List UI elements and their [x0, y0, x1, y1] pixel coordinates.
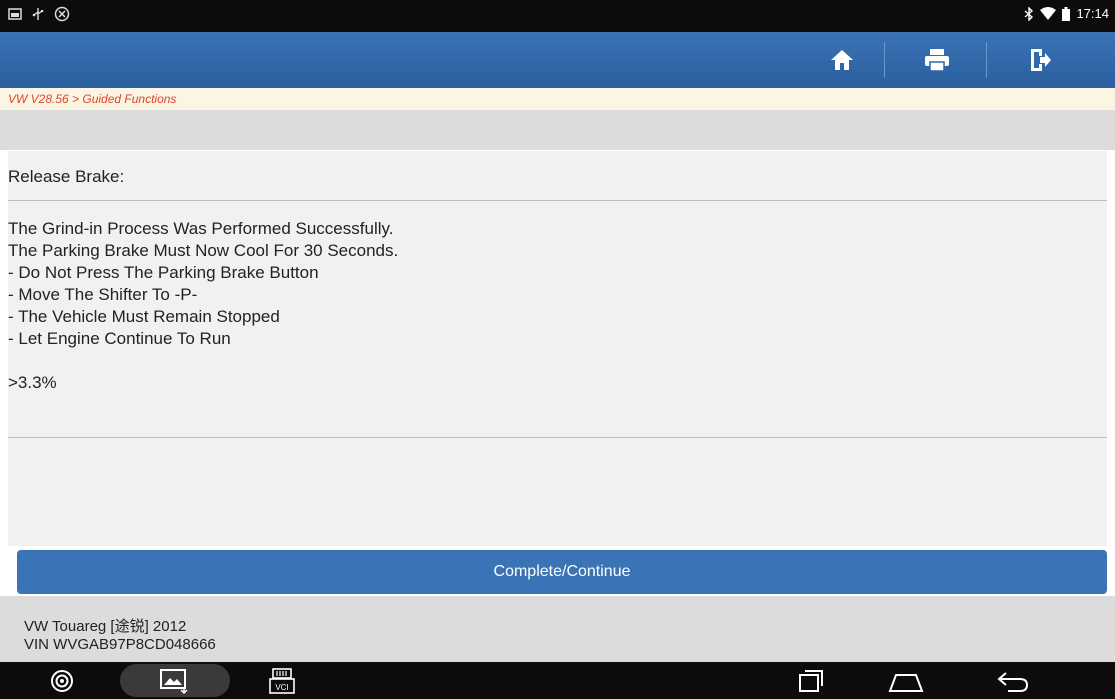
- clock: 17:14: [1076, 6, 1109, 21]
- launcher-button[interactable]: [44, 664, 80, 697]
- exit-icon: [1031, 49, 1051, 71]
- message-line: - Let Engine Continue To Run: [8, 329, 231, 348]
- top-toolbar: [0, 32, 1115, 88]
- message-line: The Parking Brake Must Now Cool For 30 S…: [8, 241, 399, 260]
- toolbar-divider: [884, 42, 885, 78]
- recent-apps-button[interactable]: [791, 664, 831, 697]
- navigation-bar: VCI: [0, 662, 1115, 699]
- vehicle-model: VW Touareg [途锐] 2012: [24, 618, 187, 635]
- back-icon: [997, 671, 1029, 692]
- vehicle-info-bar: VW Touareg [途锐] 2012 VIN WVGAB97P8CD0486…: [0, 596, 1115, 662]
- wifi-icon: [1040, 6, 1057, 20]
- panel-title: Release Brake:: [8, 151, 1107, 201]
- vehicle-vin: VIN WVGAB97P8CD048666: [24, 636, 216, 653]
- recent-apps-icon: [799, 669, 823, 692]
- message-panel: Release Brake: The Grind-in Process Was …: [8, 151, 1107, 546]
- back-button[interactable]: [993, 664, 1033, 697]
- home-nav-icon: [888, 673, 924, 692]
- header-strip: [0, 110, 1115, 150]
- home-icon: [831, 50, 853, 70]
- home-nav-button[interactable]: [884, 664, 928, 697]
- toolbar-divider: [986, 42, 987, 78]
- launcher-icon: [51, 669, 73, 692]
- message-line: - Move The Shifter To -P-: [8, 285, 198, 304]
- breadcrumb: VW V28.56 > Guided Functions: [0, 88, 1115, 110]
- progress-text: >3.3%: [8, 373, 57, 392]
- message-body: The Grind-in Process Was Performed Succe…: [8, 201, 1107, 438]
- print-icon: [925, 49, 949, 72]
- status-bar: 17:14: [0, 0, 1115, 32]
- vehicle-info: VW Touareg [途锐] 2012 VIN WVGAB97P8CD0486…: [24, 618, 216, 654]
- battery-icon: [1062, 6, 1071, 21]
- usb-icon: [32, 8, 44, 20]
- vci-icon: VCI: [269, 667, 295, 694]
- message-line: The Grind-in Process Was Performed Succe…: [8, 219, 394, 238]
- exit-button[interactable]: [1000, 32, 1080, 88]
- complete-continue-button[interactable]: Complete/Continue: [17, 550, 1107, 594]
- status-right-icons: 17:14: [1024, 6, 1109, 21]
- gallery-button[interactable]: [154, 664, 194, 697]
- bluetooth-icon: [1024, 6, 1034, 21]
- message-line: - The Vehicle Must Remain Stopped: [8, 307, 280, 326]
- message-line: - Do Not Press The Parking Brake Button: [8, 263, 319, 282]
- vci-button[interactable]: VCI: [262, 664, 302, 697]
- app-icon: [54, 6, 70, 22]
- status-left-icons: [8, 6, 70, 22]
- gallery-icon: [160, 668, 188, 694]
- screenshot-icon: [8, 8, 22, 20]
- home-button[interactable]: [802, 32, 882, 88]
- vci-label: VCI: [275, 683, 288, 692]
- print-button[interactable]: [897, 32, 977, 88]
